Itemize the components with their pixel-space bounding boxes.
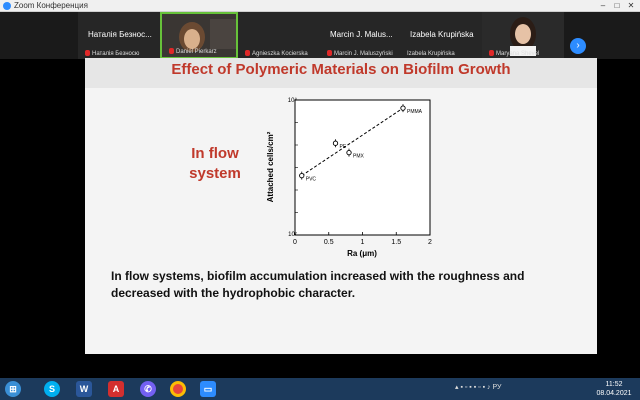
system-tray[interactable]: ▴ ▪ ▫ ▪ ▪ ▫ ▪ ♪ РУ	[455, 383, 585, 395]
y-axis-label: Attached cells/cm²	[266, 131, 275, 202]
participant-label: Izabela Krupińska	[407, 51, 455, 57]
biofilm-chart: 0 0.5 1 1.5 2 10⁸ 10⁷ Attached cells/cm² Ra …	[266, 97, 432, 258]
pdf-icon[interactable]: A	[108, 381, 124, 397]
x-tick-label: 0.5	[324, 239, 334, 246]
y-tick-top: 10⁸	[288, 97, 298, 104]
y-tick-bottom: 10⁷	[288, 231, 297, 238]
participant-tile[interactable]: Наталія Безнос... Наталія Безносю	[78, 12, 160, 59]
participant-tile[interactable]: Izabela Krupińska Izabela Krupińska	[400, 12, 482, 59]
word-icon[interactable]: W	[76, 381, 92, 397]
clock-date: 08.04.2021	[596, 390, 632, 397]
data-point	[400, 105, 406, 111]
minimize-icon[interactable]: –	[596, 0, 610, 11]
participant-label: Maryana Shevel	[489, 50, 539, 57]
point-label: PE	[340, 144, 347, 150]
window-title: Zoom Конференция	[14, 1, 88, 10]
zoom-icon[interactable]: ▭	[200, 381, 216, 397]
participant-label: Marcin J. Maluszyński	[327, 50, 393, 57]
plot-area	[294, 99, 431, 236]
muted-mic-icon	[245, 50, 250, 56]
point-label: PMX	[353, 154, 365, 160]
participant-tile-active[interactable]: Daniel Pierkarz	[160, 12, 238, 59]
slide-subtitle: In flow system	[189, 145, 241, 182]
windows-taskbar: ⊞ S W A ✆ ▭ ▴ ▪ ▫ ▪ ▪ ▫ ▪ ♪ РУ 11:52 08.…	[0, 378, 640, 400]
participant-name: Marcin J. Malus...	[330, 30, 393, 39]
data-point	[346, 150, 352, 156]
participant-name: Izabela Krupińska	[410, 30, 474, 39]
clock-time: 11:52	[605, 381, 623, 388]
x-tick-label: 2	[428, 239, 432, 246]
participant-label: Наталія Безносю	[85, 50, 139, 57]
participant-label: Agnieszka Kocierska	[245, 50, 308, 57]
participant-tile[interactable]: Agnieszka Kocierska	[238, 12, 320, 59]
muted-mic-icon	[489, 50, 494, 56]
x-axis-label: Ra (μm)	[347, 249, 377, 258]
chevron-right-icon[interactable]: ›	[570, 38, 586, 54]
point-label: PVC	[306, 177, 317, 183]
viber-icon[interactable]: ✆	[140, 381, 156, 397]
maximize-icon[interactable]: □	[610, 0, 624, 11]
muted-mic-icon	[169, 48, 174, 54]
shared-slide: Effect of Polymeric Materials on Biofilm…	[85, 58, 597, 354]
participant-tile[interactable]: Marcin J. Malus... Marcin J. Maluszyński	[320, 12, 400, 59]
clock[interactable]: 11:52 08.04.2021	[590, 380, 638, 398]
participant-gallery: Наталія Безнос... Наталія Безносю Daniel…	[0, 12, 640, 59]
participant-label: Daniel Pierkarz	[169, 48, 217, 55]
window-titlebar: Zoom Конференция – □ ✕	[0, 0, 640, 12]
x-tick-label: 1	[361, 239, 365, 246]
participant-tile[interactable]: Maryana Shevel	[482, 12, 564, 59]
muted-mic-icon	[327, 50, 332, 56]
muted-mic-icon	[85, 50, 90, 56]
skype-icon[interactable]: S	[44, 381, 60, 397]
slide-body-text: In flow systems, biofilm accumulation in…	[111, 269, 525, 300]
zoom-app-icon	[3, 2, 11, 10]
data-point	[332, 140, 339, 146]
data-point	[299, 172, 305, 179]
participant-name: Наталія Безнос...	[88, 30, 152, 39]
start-icon[interactable]: ⊞	[5, 381, 21, 397]
keyboard-layout[interactable]: РУ	[492, 384, 501, 391]
x-tick-label: 0	[293, 239, 297, 246]
point-label: PMMA	[407, 109, 423, 115]
slide-title: Effect of Polymeric Materials on Biofilm…	[85, 58, 597, 88]
chrome-icon[interactable]	[170, 381, 186, 397]
x-tick-label: 1.5	[391, 239, 401, 246]
close-icon[interactable]: ✕	[624, 0, 638, 11]
